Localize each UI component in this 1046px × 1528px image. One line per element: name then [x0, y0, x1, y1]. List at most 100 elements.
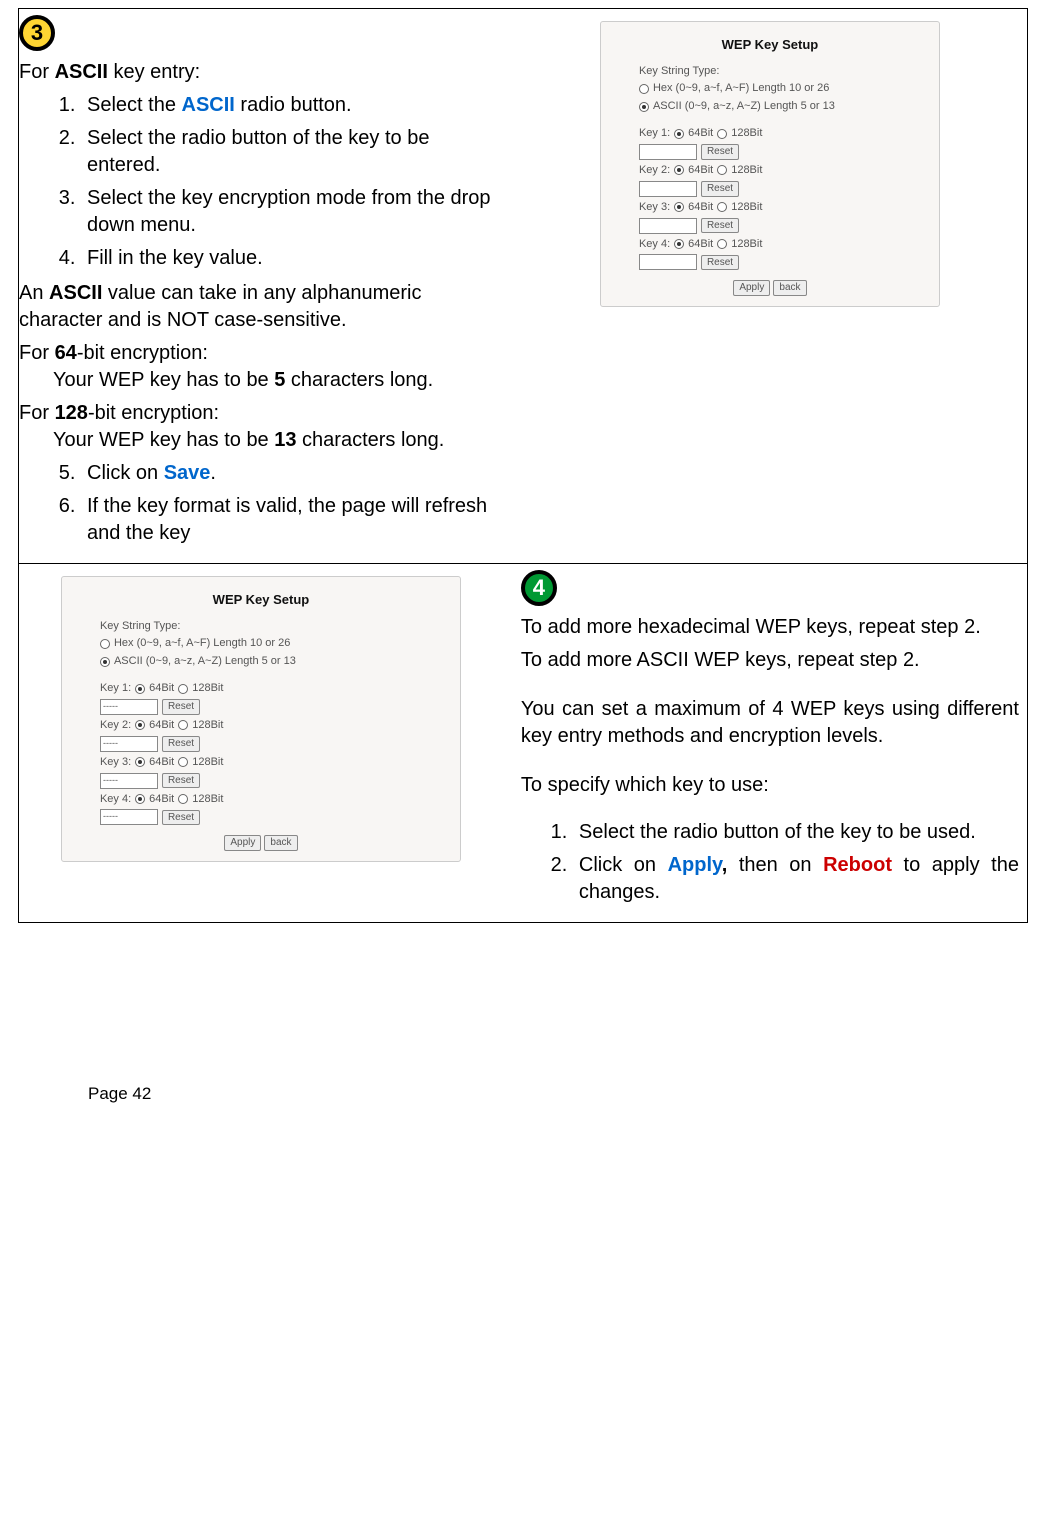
text-input-icon [639, 181, 697, 197]
text: 128Bit [192, 681, 223, 696]
text: Key 3: [639, 200, 670, 215]
text-bold: 13 [274, 429, 296, 451]
sshot-input-row: Reset [639, 254, 929, 270]
radio-icon [717, 239, 727, 249]
sshot-input-row: Reset [639, 144, 929, 160]
sshot-key-row: Key 4:64Bit128Bit [100, 792, 450, 807]
radio-icon [135, 720, 145, 730]
sshot-input-row: Reset [639, 218, 929, 234]
text: Key 2: [100, 718, 131, 733]
radio-icon [674, 129, 684, 139]
step4-p3: You can set a maximum of 4 WEP keys usin… [521, 696, 1019, 750]
sshot-key-row: Key 4:64Bit128Bit [639, 237, 929, 252]
sshot-footer: Apply back [611, 280, 929, 296]
apply-button-icon: Apply [733, 280, 770, 296]
text-bold: 64 [55, 342, 77, 364]
sshot-input-row: -----Reset [100, 699, 450, 715]
radio-icon [717, 129, 727, 139]
radio-icon [178, 684, 188, 694]
sshot-key-row: Key 3:64Bit128Bit [639, 200, 929, 215]
sshot-footer: Apply back [72, 835, 450, 851]
text-input-icon: ----- [100, 773, 158, 789]
text-input-icon: ----- [100, 809, 158, 825]
enc64-body: Your WEP key has to be 5 characters long… [19, 367, 503, 394]
reset-button-icon: Reset [162, 810, 200, 826]
step3-image-cell: WEP Key Setup Key String Type: Hex (0~9,… [513, 9, 1027, 563]
text: 64Bit [688, 126, 713, 141]
wep-screenshot-ascii: WEP Key Setup Key String Type: Hex (0~9,… [61, 576, 461, 862]
sshot-option-hex: Hex (0~9, a~f, A~F) Length 10 or 26 [639, 81, 929, 96]
reset-button-icon: Reset [701, 255, 739, 271]
radio-icon [674, 165, 684, 175]
text: ASCII (0~9, a~z, A~Z) Length 5 or 13 [114, 654, 296, 669]
list-item: Select the ASCII radio button. [81, 92, 503, 119]
step4-p1: To add more hexadecimal WEP keys, repeat… [521, 614, 1019, 641]
text: Key 1: [100, 681, 131, 696]
sshot-input-row: Reset [639, 181, 929, 197]
text: characters long. [297, 429, 445, 451]
text: 128Bit [192, 755, 223, 770]
text: Your WEP key has to be [53, 369, 274, 391]
text: -bit encryption: [88, 402, 219, 424]
wep-screenshot-hex: WEP Key Setup Key String Type: Hex (0~9,… [600, 21, 940, 307]
radio-icon [178, 757, 188, 767]
step4-p4: To specify which key to use: [521, 772, 1019, 799]
text-bold: ASCII [49, 282, 102, 304]
radio-icon [674, 239, 684, 249]
text: Select the [87, 94, 182, 116]
sshot-input-row: -----Reset [100, 809, 450, 825]
list-item: Fill in the key value. [81, 245, 503, 272]
step3-list-a: Select the ASCII radio button. Select th… [19, 92, 503, 272]
text: Hex (0~9, a~f, A~F) Length 10 or 26 [114, 636, 290, 651]
text-link: Reboot [823, 854, 892, 876]
list-item: If the key format is valid, the page wil… [81, 493, 503, 547]
step4-p2: To add more ASCII WEP keys, repeat step … [521, 647, 1019, 674]
text-bold: 128 [55, 402, 88, 424]
radio-icon [674, 202, 684, 212]
sshot-key-row: Key 1: 64Bit 128Bit [100, 681, 450, 696]
sshot-key-row: Key 3:64Bit128Bit [100, 755, 450, 770]
text: 64Bit [149, 792, 174, 807]
step-badge-4: 4 [521, 570, 557, 606]
sshot-input-row: -----Reset [100, 736, 450, 752]
sshot-option-hex: Hex (0~9, a~f, A~F) Length 10 or 26 [100, 636, 450, 651]
radio-icon [135, 684, 145, 694]
text-input-icon [639, 254, 697, 270]
text: 64Bit [149, 681, 174, 696]
step4-text-cell: 4 To add more hexadecimal WEP keys, repe… [513, 564, 1027, 922]
text: For [19, 342, 55, 364]
text: then on [739, 854, 823, 876]
step3-text-cell: 3 For ASCII key entry: Select the ASCII … [19, 9, 513, 563]
reset-button-icon: Reset [701, 181, 739, 197]
step4-image-cell: WEP Key Setup Key String Type: Hex (0~9,… [19, 564, 513, 922]
text-bold: , [722, 854, 739, 876]
text-input-icon: ----- [100, 736, 158, 752]
text: An [19, 282, 49, 304]
radio-icon [178, 720, 188, 730]
step3-list-b: Click on Save. If the key format is vali… [19, 460, 503, 547]
text: Your WEP key has to be [53, 429, 274, 451]
text: Hex (0~9, a~f, A~F) Length 10 or 26 [653, 81, 829, 96]
text-link: ASCII [182, 94, 235, 116]
text: key entry: [108, 61, 200, 83]
text-link: Apply [668, 854, 722, 876]
enc128-head: For 128-bit encryption: [19, 400, 503, 427]
step-badge-3: 3 [19, 15, 55, 51]
sshot-option-ascii: ASCII (0~9, a~z, A~Z) Length 5 or 13 [639, 99, 929, 114]
text: Key 2: [639, 163, 670, 178]
text-bold: 5 [274, 369, 285, 391]
text: 64Bit [149, 718, 174, 733]
enc64-head: For 64-bit encryption: [19, 340, 503, 367]
radio-icon [135, 757, 145, 767]
sshot-key-row: Key 1:64Bit128Bit [639, 126, 929, 141]
sshot-key-row: Key 2:64Bit128Bit [639, 163, 929, 178]
text: characters long. [285, 369, 433, 391]
text: 64Bit [688, 163, 713, 178]
text: For [19, 61, 55, 83]
radio-icon [639, 84, 649, 94]
back-button-icon: back [773, 280, 806, 296]
text: 128Bit [192, 792, 223, 807]
text: Click on [87, 462, 164, 484]
row-step-4: WEP Key Setup Key String Type: Hex (0~9,… [19, 564, 1027, 922]
radio-icon [100, 657, 110, 667]
